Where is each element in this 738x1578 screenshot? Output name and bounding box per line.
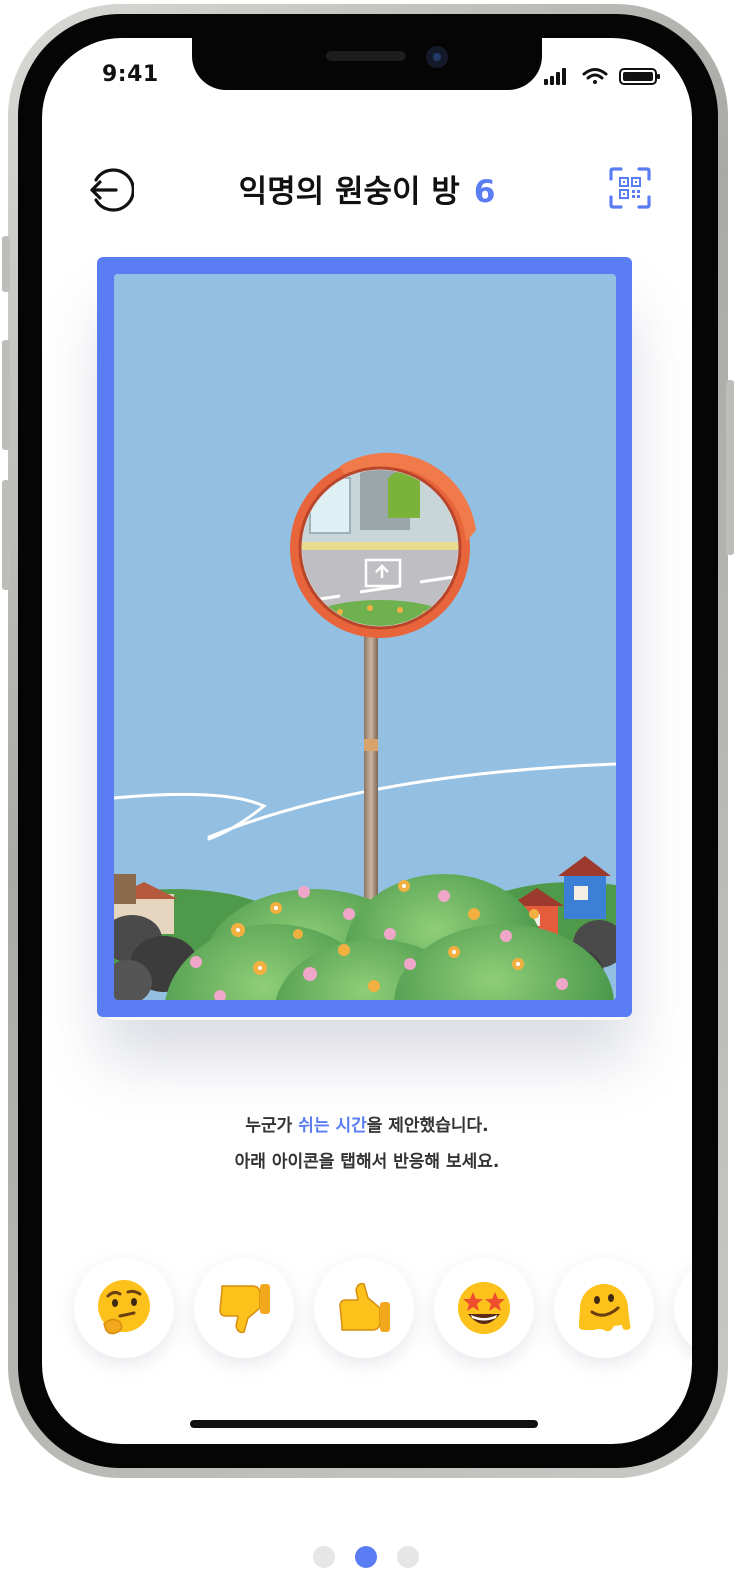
- prompt-line-1: 누군가 쉬는 시간을 제안했습니다.: [42, 1108, 692, 1144]
- reaction-button-partial[interactable]: [674, 1258, 692, 1358]
- notch: [192, 38, 542, 90]
- thinking-face-emoji: [98, 1280, 150, 1335]
- page-title: 익명의 원숭이 방 6: [42, 166, 692, 211]
- thumbs-up-emoji: [339, 1282, 390, 1332]
- page-dot-2-active[interactable]: [355, 1546, 377, 1568]
- status-time: 9:41: [102, 62, 159, 87]
- home-indicator: [190, 1420, 538, 1428]
- convex-mirror-illustration: [114, 274, 616, 1000]
- cellular-signal-icon: [544, 68, 566, 85]
- reaction-bar: [42, 1254, 692, 1374]
- status-icons: [544, 68, 660, 85]
- reaction-button-star-struck[interactable]: [434, 1258, 534, 1358]
- silent-switch: [2, 236, 10, 292]
- reaction-button-thinking[interactable]: [74, 1258, 174, 1358]
- page-dot-3[interactable]: [397, 1546, 419, 1568]
- qr-scan-icon: [609, 167, 651, 209]
- prompt-line-2: 아래 아이콘을 탭해서 반응해 보세요.: [234, 1152, 500, 1172]
- battery-icon: [619, 68, 660, 85]
- prompt-line-1-suffix: 을 제안했습니다.: [366, 1116, 489, 1136]
- front-camera: [426, 46, 448, 68]
- illustration-card: [114, 274, 616, 1000]
- reaction-button-melting[interactable]: [554, 1258, 654, 1358]
- prompt-line-1-prefix: 누군가: [245, 1116, 299, 1136]
- page-dot-1[interactable]: [313, 1546, 335, 1568]
- volume-up-button: [2, 340, 10, 450]
- star-struck-emoji: [458, 1282, 510, 1334]
- thumbs-down-emoji: [219, 1284, 270, 1334]
- power-button: [726, 380, 734, 555]
- wifi-icon: [582, 68, 608, 84]
- reaction-button-thumbs-down[interactable]: [194, 1258, 294, 1358]
- melting-face-emoji: [578, 1284, 631, 1332]
- room-title: 익명의 원숭이 방: [238, 174, 460, 210]
- suggestion-highlight: 쉬는 시간: [298, 1116, 367, 1136]
- reaction-button-thumbs-up[interactable]: [314, 1258, 414, 1358]
- phone-screen: 9:41 익명의 원숭이 방 6 누군가 쉬는 시간을 제안했습니다. 아래 아이…: [42, 38, 692, 1444]
- reaction-prompt: 누군가 쉬는 시간을 제안했습니다. 아래 아이콘을 탭해서 반응해 보세요.: [42, 1108, 692, 1180]
- earpiece-speaker: [326, 51, 406, 61]
- participant-count: 6: [473, 174, 496, 210]
- volume-down-button: [2, 480, 10, 590]
- qr-scan-button[interactable]: [608, 166, 652, 210]
